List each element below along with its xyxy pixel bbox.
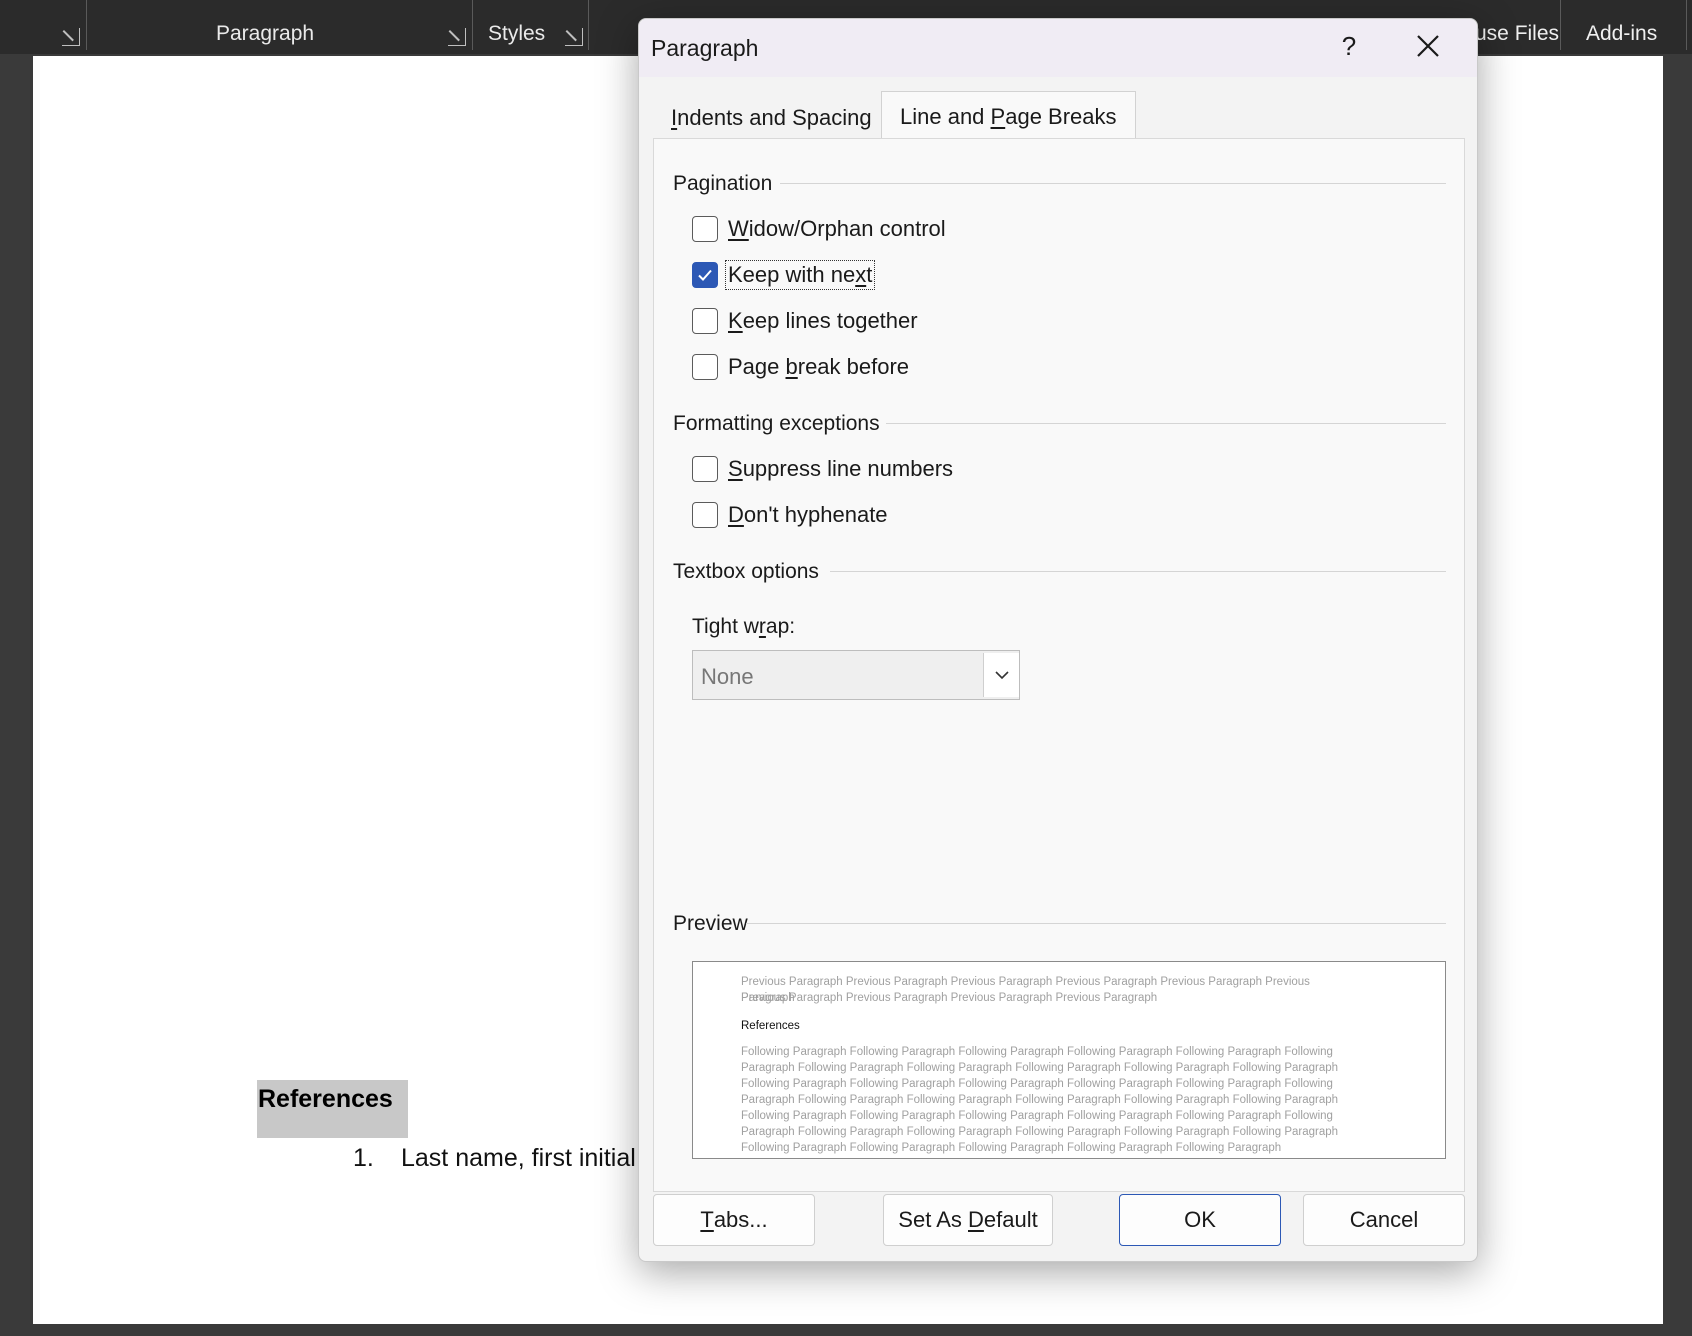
- close-icon[interactable]: [1407, 29, 1447, 65]
- preview-following-line: Following Paragraph Following Paragraph …: [741, 1046, 1333, 1058]
- tab-label-part: ndents and Spacing: [677, 105, 872, 130]
- tight-wrap-select[interactable]: None: [692, 650, 1020, 700]
- preview-following-line: Paragraph Following Paragraph Following …: [741, 1094, 1339, 1106]
- pagination-section-title: Pagination: [673, 172, 773, 195]
- checkbox-box[interactable]: [692, 502, 718, 528]
- textbox-options-section-title: Textbox options: [673, 560, 819, 583]
- checkbox-label: Keep lines together: [728, 308, 918, 333]
- preview-section-title: Preview: [673, 912, 748, 935]
- preview-following-line: Following Paragraph Following Paragraph …: [741, 1142, 1282, 1154]
- suppress-line-numbers-checkbox[interactable]: Suppress line numbers: [692, 453, 955, 485]
- chevron-down-icon[interactable]: [983, 653, 1019, 697]
- add-ins-button[interactable]: Add-ins: [1586, 22, 1657, 46]
- keep-with-next-checkbox[interactable]: Keep with next: [692, 259, 876, 291]
- widow-orphan-control-checkbox[interactable]: Widow/Orphan control: [692, 213, 948, 245]
- preview-following-line: Following Paragraph Following Paragraph …: [741, 1110, 1333, 1122]
- cancel-button[interactable]: Cancel: [1303, 1194, 1465, 1246]
- preview-current-paragraph: References: [741, 1020, 800, 1032]
- preview-following-line: Following Paragraph Following Paragraph …: [741, 1078, 1333, 1090]
- tab-indents-and-spacing[interactable]: Indents and Spacing: [653, 95, 890, 139]
- ribbon-separator: [86, 0, 87, 50]
- dialog-title: Paragraph: [651, 35, 759, 61]
- paragraph-dialog-launcher-icon[interactable]: [448, 28, 466, 46]
- checkbox-box[interactable]: [692, 308, 718, 334]
- reuse-files-button[interactable]: use Files: [1475, 22, 1559, 46]
- section-divider: [780, 183, 1446, 184]
- formatting-exceptions-section-title: Formatting exceptions: [673, 412, 880, 435]
- checkbox-label: Keep with next: [724, 260, 876, 290]
- dont-hyphenate-checkbox[interactable]: Don't hyphenate: [692, 499, 890, 531]
- tight-wrap-value: None: [701, 664, 754, 689]
- paragraph-group-label: Paragraph: [216, 22, 315, 45]
- help-button[interactable]: ?: [1329, 31, 1369, 62]
- page-break-before-checkbox[interactable]: Page break before: [692, 351, 911, 383]
- references-heading[interactable]: References: [257, 1080, 408, 1138]
- ok-button[interactable]: OK: [1119, 1194, 1281, 1246]
- styles-group-label: Styles: [488, 22, 546, 45]
- styles-dialog-launcher-icon[interactable]: [565, 28, 583, 46]
- ribbon-separator: [1686, 0, 1687, 50]
- checkmark-icon: [698, 269, 712, 281]
- ribbon-separator: [1560, 0, 1561, 50]
- list-number: 1.: [353, 1144, 374, 1172]
- checkbox-box[interactable]: [692, 262, 718, 288]
- set-as-default-button[interactable]: Set As Default: [883, 1194, 1053, 1246]
- tab-label-part: Line and: [900, 104, 991, 129]
- checkbox-box[interactable]: [692, 456, 718, 482]
- checkbox-label: Suppress line numbers: [728, 456, 954, 481]
- tab-line-and-page-breaks[interactable]: Line and Page Breaks: [881, 91, 1136, 139]
- font-dialog-launcher-icon[interactable]: [62, 28, 80, 46]
- reference-list-item[interactable]: 1. Last name, first initial.: [353, 1144, 643, 1173]
- preview-box: Previous Paragraph Previous Paragraph Pr…: [692, 961, 1446, 1159]
- list-text: Last name, first initial.: [401, 1144, 643, 1172]
- tab-label-part: age Breaks: [1005, 104, 1117, 129]
- preview-following-line: Paragraph Following Paragraph Following …: [741, 1126, 1339, 1138]
- checkbox-label: Don't hyphenate: [728, 502, 888, 527]
- tab-label-mnemonic: P: [990, 104, 1006, 129]
- dialog-titlebar[interactable]: Paragraph ?: [639, 19, 1477, 77]
- checkbox-label: Page break before: [728, 354, 910, 379]
- preview-following-line: Paragraph Following Paragraph Following …: [741, 1062, 1339, 1074]
- tab-panel: Pagination Widow/Orphan control Keep wit…: [653, 138, 1465, 1192]
- paragraph-dialog: Paragraph ? Indents and Spacing Line and…: [638, 18, 1478, 1262]
- checkbox-label: Widow/Orphan control: [728, 216, 946, 241]
- checkbox-box[interactable]: [692, 216, 718, 242]
- ribbon-separator: [472, 0, 473, 50]
- preview-previous-line: Previous Paragraph Previous Paragraph Pr…: [741, 992, 1158, 1004]
- tight-wrap-label: Tight wrap:: [692, 615, 796, 638]
- section-divider: [830, 571, 1446, 572]
- ribbon-separator: [588, 0, 589, 50]
- tabs-button[interactable]: Tabs...: [653, 1194, 815, 1246]
- keep-lines-together-checkbox[interactable]: Keep lines together: [692, 305, 920, 337]
- checkbox-box[interactable]: [692, 354, 718, 380]
- section-divider: [746, 923, 1446, 924]
- section-divider: [886, 423, 1446, 424]
